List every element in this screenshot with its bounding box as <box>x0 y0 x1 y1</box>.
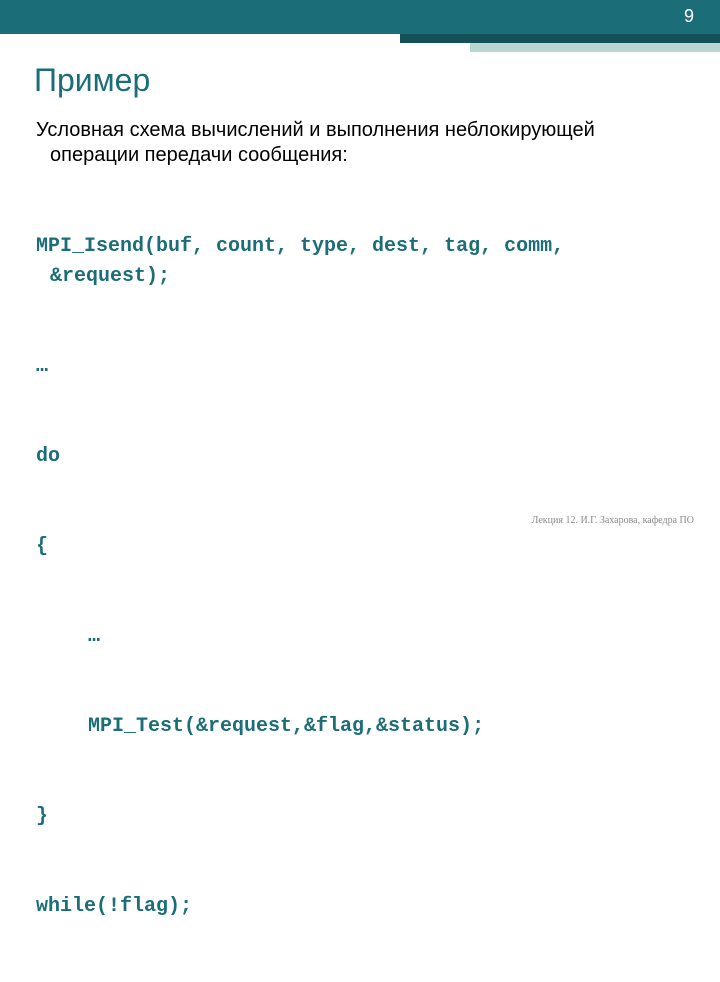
page-number: 9 <box>684 6 694 27</box>
stripe-dark <box>400 34 720 43</box>
code-line-do: do <box>50 442 686 472</box>
stripe-light <box>470 43 720 52</box>
code-line-while: while(!flag); <box>50 892 686 922</box>
intro-text: Условная схема вычислений и выполнения н… <box>36 118 686 168</box>
code-line-mpitest: MPI_Test(&request,&flag,&status); <box>50 712 686 742</box>
content-area: Условная схема вычислений и выполнения н… <box>36 118 686 982</box>
code-line-isend: MPI_Isend(buf, count, type, dest, tag, c… <box>50 232 686 292</box>
code-block: MPI_Isend(buf, count, type, dest, tag, c… <box>36 172 686 982</box>
code-line-brace-open: { <box>50 532 686 562</box>
slide-title: Пример <box>34 62 150 99</box>
footer-text: Лекция 12. И.Г. Захарова, кафедра ПО <box>532 515 694 526</box>
decorative-stripes <box>400 34 720 52</box>
code-line-brace-close: } <box>50 802 686 832</box>
code-line-ellipsis1: … <box>50 352 686 382</box>
code-line-ellipsis2: … <box>50 622 686 652</box>
header-bar: 9 <box>0 0 720 34</box>
